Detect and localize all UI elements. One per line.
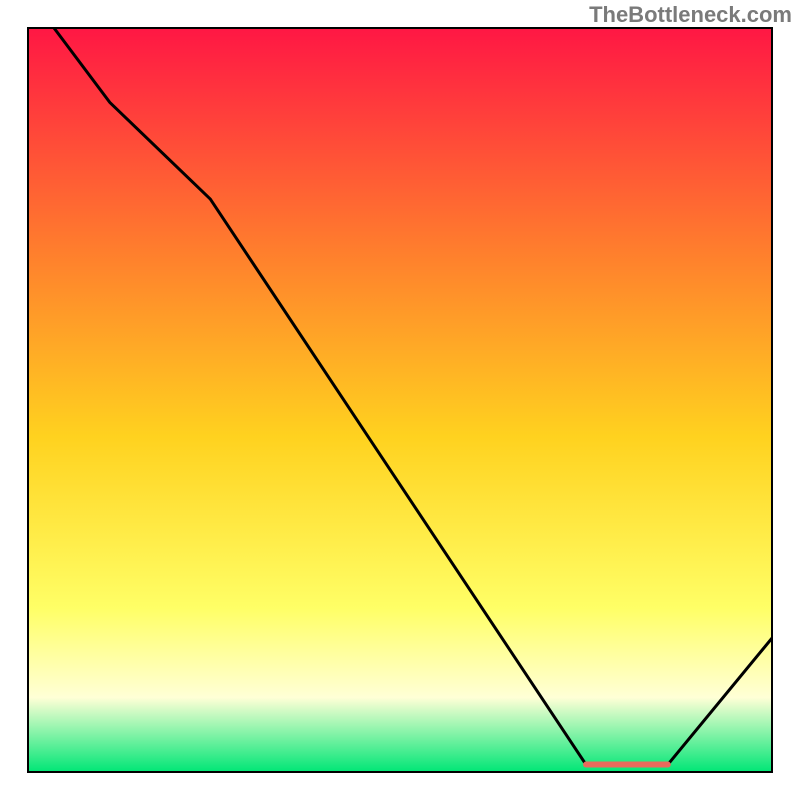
chart-container: TheBottleneck.com bbox=[0, 0, 800, 800]
bottleneck-chart bbox=[0, 0, 800, 800]
plot-background bbox=[28, 28, 772, 772]
watermark-text: TheBottleneck.com bbox=[589, 2, 792, 28]
